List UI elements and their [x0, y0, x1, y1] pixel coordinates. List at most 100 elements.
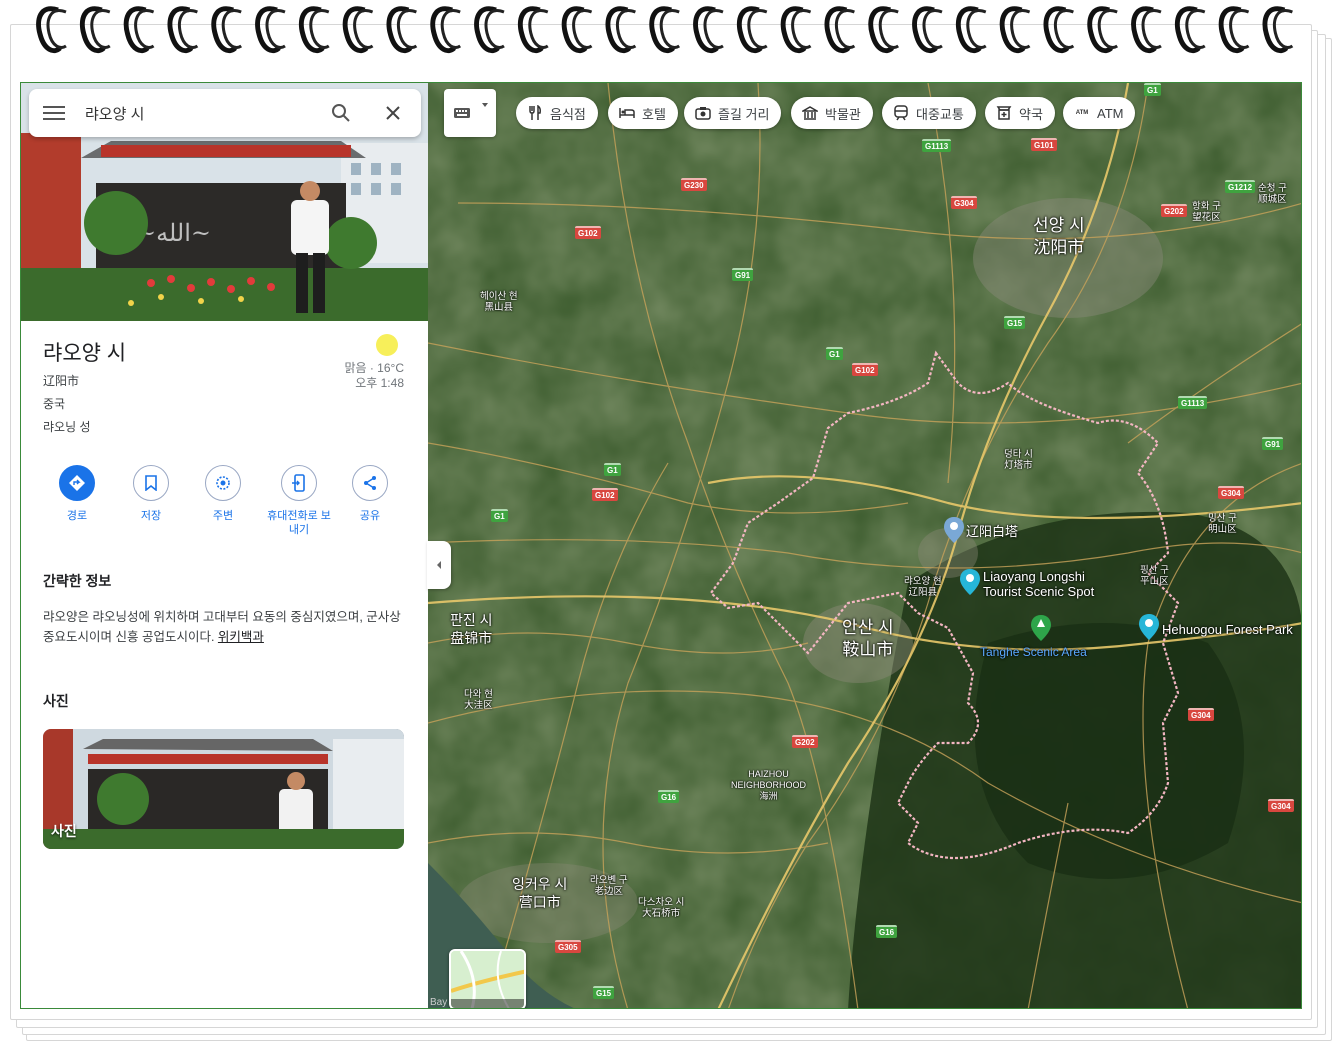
chip-label: 음식점 [550, 106, 586, 122]
wikipedia-link[interactable]: 위키백과 [218, 630, 264, 644]
road-shield: G304 [951, 196, 977, 209]
bookmark-icon [145, 475, 157, 491]
road-shield: G91 [1262, 437, 1284, 450]
poi-longshi[interactable]: Liaoyang Longshi Tourist Scenic Spot [983, 569, 1094, 599]
satellite-map[interactable] [428, 83, 1302, 1009]
road-shield: G230 [681, 178, 707, 191]
place-province: 랴오닝 성 [43, 420, 91, 434]
spiral-ring [79, 6, 111, 54]
map-label-pingshan[interactable]: 핑산 구 平山区 [1140, 565, 1169, 587]
close-icon [386, 106, 400, 120]
pharmacy-icon [995, 104, 1013, 122]
map-label-dashiqiao[interactable]: 다스차오 시 大石桥市 [638, 897, 684, 919]
poi-baita[interactable]: 辽阳白塔 [966, 524, 1018, 539]
search-input[interactable] [85, 99, 305, 127]
chip-museums[interactable]: 박물관 [791, 97, 873, 129]
spiral-ring [868, 6, 900, 54]
map-label-dawa[interactable]: 다와 현 大洼区 [464, 689, 493, 711]
send-to-phone-button[interactable]: 휴대전화로 보내기 [263, 465, 335, 537]
local-time: 오후 1:48 [355, 376, 404, 390]
spiral-ring [824, 6, 856, 54]
chip-label: 호텔 [642, 106, 666, 122]
spiral-ring [474, 6, 505, 54]
photos-card[interactable]: 사진 [43, 729, 404, 849]
map-label-anshan[interactable]: 안산 시 鞍山市 [842, 617, 894, 661]
spiral-ring [1174, 6, 1206, 54]
collapse-panel-button[interactable] [427, 541, 451, 589]
chip-pharmacies[interactable]: 약국 [985, 97, 1055, 129]
spiral-ring [649, 6, 681, 54]
nearby-button[interactable]: 주변 [189, 465, 257, 523]
map-label-yingkou[interactable]: 잉커우 시 营口市 [512, 875, 567, 911]
poi-tanghe[interactable]: Tanghe Scenic Area [980, 645, 1087, 660]
chevron-left-icon [437, 561, 441, 569]
restaurant-icon [526, 104, 544, 122]
spiral-ring [736, 6, 768, 54]
summary-text: 랴오양은 랴오닝성에 위치하며 고대부터 요동의 중심지였으며, 군사상 중요도… [43, 607, 408, 647]
search-box [29, 89, 421, 137]
share-button[interactable]: 공유 [336, 465, 404, 523]
map-label-panjin[interactable]: 판진 시 盘锦市 [450, 611, 493, 647]
map-label-heishan[interactable]: 헤이산 현 黑山县 [480, 291, 518, 313]
maps-window: 선양 시 沈阳市 안산 시 鞍山市 판진 시 盘锦市 잉커우 시 营口市 덩타 시 灯塔… [20, 82, 1302, 1009]
map-label-mingshan[interactable]: 밍산 구 明山区 [1208, 513, 1237, 535]
road-shield: G1 [491, 509, 508, 522]
road-shield: G102 [852, 363, 878, 376]
action-label: 경로 [66, 510, 88, 522]
action-label: 휴대전화로 보내기 [267, 510, 331, 536]
road-shield: G16 [876, 925, 898, 938]
share-icon [364, 476, 376, 490]
transit-icon [892, 104, 910, 122]
map-label-laobian[interactable]: 라오볜 구 老边区 [590, 875, 628, 897]
road-shield: G1 [604, 463, 621, 476]
clear-search-button[interactable] [379, 99, 407, 127]
photos-card-label: 사진 [51, 823, 77, 839]
action-label: 주변 [212, 510, 234, 522]
map-view[interactable]: 선양 시 沈阳市 안산 시 鞍山市 판진 시 盘锦市 잉커우 시 营口市 덩타 시 灯塔… [428, 83, 1302, 1009]
place-title: 랴오양 시 [43, 342, 127, 365]
spiral-ring [955, 6, 987, 54]
place-actions: 경로 저장 주변 휴대전화로 보내기 공유 [43, 465, 413, 545]
directions-button[interactable]: 경로 [43, 465, 111, 523]
park-pin-icon[interactable] [1031, 615, 1051, 641]
map-label-shenyang[interactable]: 선양 시 沈阳市 [1033, 215, 1085, 259]
hotel-icon [618, 104, 636, 122]
map-label-dengta[interactable]: 덩타 시 灯塔市 [1004, 449, 1033, 471]
map-label-wanghua[interactable]: 항화 구 望花区 [1192, 201, 1221, 223]
road-shield: G304 [1268, 799, 1294, 812]
nearby-icon [216, 476, 230, 490]
location-pin-icon[interactable] [944, 517, 964, 543]
chip-hotels[interactable]: 호텔 [608, 97, 678, 129]
attraction-pin-icon[interactable] [960, 569, 980, 595]
chip-transit[interactable]: 대중교통 [882, 97, 976, 129]
place-native-name: 辽阳市 [43, 374, 80, 388]
chip-atm[interactable]: ATM ATM [1063, 97, 1136, 129]
map-label-shuncheng[interactable]: 순청 구 顺城区 [1258, 183, 1287, 205]
spiral-ring [780, 6, 812, 54]
poi-hehuogou[interactable]: Hehuogou Forest Park [1162, 622, 1293, 637]
search-button[interactable] [327, 99, 355, 127]
layers-toggle[interactable] [449, 949, 526, 1008]
spiral-ring [605, 6, 637, 54]
spiral-ring [386, 6, 418, 54]
input-tools-button[interactable] [444, 89, 496, 137]
chip-things-to-do[interactable]: 즐길 거리 [684, 97, 782, 129]
road-shield: G1113 [1178, 396, 1208, 409]
save-button[interactable]: 저장 [117, 465, 185, 523]
keyboard-icon [454, 103, 488, 118]
road-shield: G1113 [922, 139, 952, 152]
chip-restaurants[interactable]: 음식점 [516, 97, 598, 129]
directions-icon [69, 475, 85, 491]
map-label-haizhou[interactable]: HAIZHOU NEIGHBORHOOD 海洲 [731, 769, 806, 802]
road-shield: G15 [593, 986, 615, 999]
menu-button[interactable] [43, 103, 65, 123]
chip-label: 대중교통 [916, 106, 964, 122]
attraction-pin-icon[interactable] [1139, 614, 1159, 640]
spiral-ring [342, 6, 374, 54]
photo-thumbnail [43, 729, 404, 849]
road-shield: G15 [1004, 316, 1026, 329]
map-label-liaoyang-county[interactable]: 랴오양 현 辽阳县 [904, 576, 942, 598]
weather-condition: 맑음 · 16°C [344, 361, 404, 375]
road-shield: G304 [1218, 486, 1244, 499]
spiral-ring [912, 6, 943, 54]
